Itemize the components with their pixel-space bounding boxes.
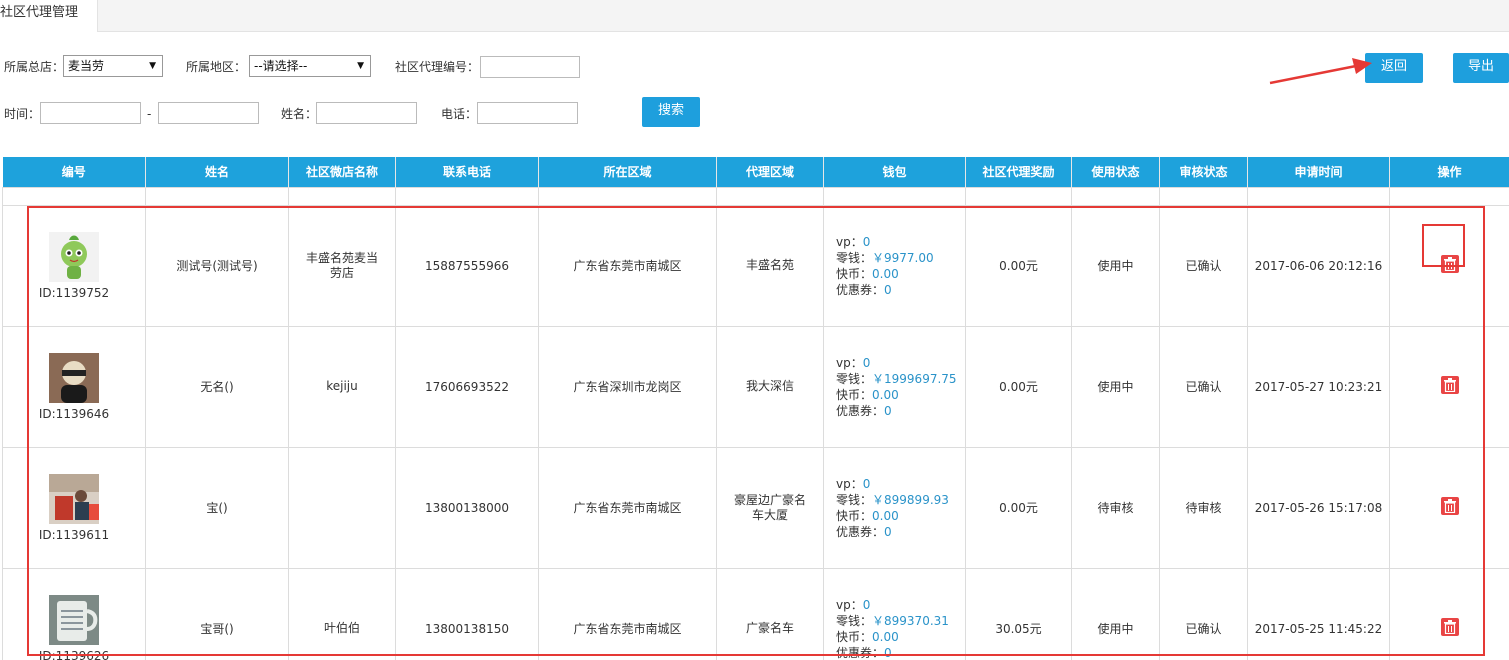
- top-tab-bar: 社区代理管理: [0, 0, 1509, 32]
- use-status-cell: 使用中: [1071, 204, 1160, 327]
- reward-cell: 0.00元: [965, 446, 1072, 569]
- agent-no-label: 社区代理编号：: [395, 60, 480, 74]
- header-id: 编号: [2, 157, 146, 187]
- delete-icon[interactable]: [1440, 497, 1459, 515]
- annotation-arrow-icon: [1269, 58, 1372, 85]
- apply-time-cell: 2017-06-06 20:12:16: [1247, 204, 1390, 327]
- use-status-cell: 使用中: [1071, 325, 1160, 448]
- agent-name: 宝(): [145, 446, 289, 569]
- time-from-input[interactable]: [40, 102, 141, 124]
- header-apply-time: 申请时间: [1247, 157, 1390, 187]
- header-use-status: 使用状态: [1071, 157, 1160, 187]
- header-wallet: 钱包: [823, 157, 966, 187]
- region-select-value: --请选择--: [254, 59, 308, 73]
- reward-cell: 30.05元: [965, 567, 1072, 660]
- apply-time-cell: 2017-05-27 10:23:21: [1247, 325, 1390, 448]
- export-button[interactable]: 导出: [1453, 53, 1509, 83]
- wallet-cell: vp：0 零钱：￥899370.31 快币：0.00 优惠券：0: [823, 567, 966, 660]
- reward-cell: 0.00元: [965, 204, 1072, 327]
- header-actions: 操作: [1389, 157, 1509, 187]
- header-agent-area: 代理区域: [716, 157, 824, 187]
- header-name: 姓名: [145, 157, 289, 187]
- agent-id: ID:1139646: [38, 406, 110, 421]
- region-select[interactable]: --请选择-- ▼: [249, 55, 371, 77]
- search-button[interactable]: 搜索: [642, 97, 700, 127]
- region-cell: 广东省东莞市南城区: [538, 567, 717, 660]
- agent-no-input[interactable]: [480, 56, 580, 78]
- table-row: ID:1139611 宝() 13800138000 广东省东莞市南城区 豪屋边…: [2, 446, 1509, 569]
- agent-area-cell: 丰盛名苑: [716, 204, 824, 327]
- agent-area-cell: 广豪名车: [716, 567, 824, 660]
- header-phone: 联系电话: [395, 157, 539, 187]
- delete-icon[interactable]: [1440, 255, 1459, 273]
- store-select[interactable]: 麦当劳 ▼: [63, 55, 163, 77]
- name-input[interactable]: [316, 102, 417, 124]
- audit-status-cell: 待审核: [1159, 446, 1248, 569]
- tab-community-agent[interactable]: 社区代理管理: [0, 0, 98, 32]
- agent-id: ID:1139752: [38, 285, 110, 300]
- delete-icon[interactable]: [1440, 376, 1459, 394]
- time-separator: -: [147, 107, 152, 121]
- shop-name: [288, 446, 396, 569]
- agent-area-cell: 我大深信: [716, 325, 824, 448]
- use-status-cell: 使用中: [1071, 567, 1160, 660]
- shop-name: kejiju: [288, 325, 396, 448]
- blindfold-person-avatar: [49, 352, 99, 403]
- table-row: ID:1139752 测试号(测试号) 丰盛名苑麦当劳店 15887555966…: [2, 204, 1509, 327]
- phone-label: 电话：: [441, 107, 478, 121]
- region-cell: 广东省东莞市南城区: [538, 204, 717, 327]
- phone-cell: 17606693522: [395, 325, 539, 448]
- region-cell: 广东省深圳市龙岗区: [538, 325, 717, 448]
- wallet-cell: vp：0 零钱：￥9977.00 快币：0.00 优惠券：0: [823, 204, 966, 327]
- audit-status-cell: 已确认: [1159, 567, 1248, 660]
- green-mascot-avatar: [49, 231, 99, 282]
- region-cell: 广东省东莞市南城区: [538, 446, 717, 569]
- agent-table: 编号 姓名 社区微店名称 联系电话 所在区域 代理区域 钱包 社区代理奖励 使用…: [2, 157, 1509, 660]
- audit-status-cell: 已确认: [1159, 204, 1248, 327]
- shop-name: 丰盛名苑麦当劳店: [288, 204, 396, 327]
- apply-time-cell: 2017-05-25 11:45:22: [1247, 567, 1390, 660]
- wallet-cell: vp：0 零钱：￥1999697.75 快币：0.00 优惠券：0: [823, 325, 966, 448]
- phone-cell: 13800138150: [395, 567, 539, 660]
- store-select-value: 麦当劳: [68, 59, 105, 73]
- agent-id: ID:1139611: [38, 527, 110, 542]
- table-row: ID:1139626 宝哥() 叶伯伯 13800138150 广东省东莞市南城…: [2, 567, 1509, 660]
- header-audit-status: 审核状态: [1159, 157, 1248, 187]
- name-label: 姓名：: [281, 107, 318, 121]
- header-region: 所在区域: [538, 157, 717, 187]
- agent-id: ID:1139626: [38, 648, 110, 660]
- use-status-cell: 待审核: [1071, 446, 1160, 569]
- wallet-cell: vp：0 零钱：￥899899.93 快币：0.00 优惠券：0: [823, 446, 966, 569]
- time-to-input[interactable]: [158, 102, 259, 124]
- header-reward: 社区代理奖励: [965, 157, 1072, 187]
- mug-avatar: [49, 594, 99, 645]
- time-label: 时间：: [4, 107, 41, 121]
- table-header-row: 编号 姓名 社区微店名称 联系电话 所在区域 代理区域 钱包 社区代理奖励 使用…: [2, 157, 1509, 187]
- shop-name: 叶伯伯: [288, 567, 396, 660]
- header-shop: 社区微店名称: [288, 157, 396, 187]
- agent-name: 无名(): [145, 325, 289, 448]
- dropdown-arrow-icon: ▼: [149, 61, 156, 71]
- store-label: 所属总店：: [4, 60, 65, 74]
- agent-name: 测试号(测试号): [145, 204, 289, 327]
- agent-area-cell: 豪屋边广豪名车大厦: [716, 446, 824, 569]
- phone-cell: 15887555966: [395, 204, 539, 327]
- table-row: ID:1139646 无名() kejiju 17606693522 广东省深圳…: [2, 325, 1509, 448]
- table-spacer-row: [2, 186, 1509, 205]
- dropdown-arrow-icon: ▼: [357, 61, 364, 71]
- reward-cell: 0.00元: [965, 325, 1072, 448]
- audit-status-cell: 已确认: [1159, 325, 1248, 448]
- region-label: 所属地区：: [186, 60, 247, 74]
- phone-cell: 13800138000: [395, 446, 539, 569]
- room-photo-avatar: [49, 473, 99, 524]
- phone-input[interactable]: [477, 102, 578, 124]
- apply-time-cell: 2017-05-26 15:17:08: [1247, 446, 1390, 569]
- agent-name: 宝哥(): [145, 567, 289, 660]
- delete-icon[interactable]: [1440, 618, 1459, 636]
